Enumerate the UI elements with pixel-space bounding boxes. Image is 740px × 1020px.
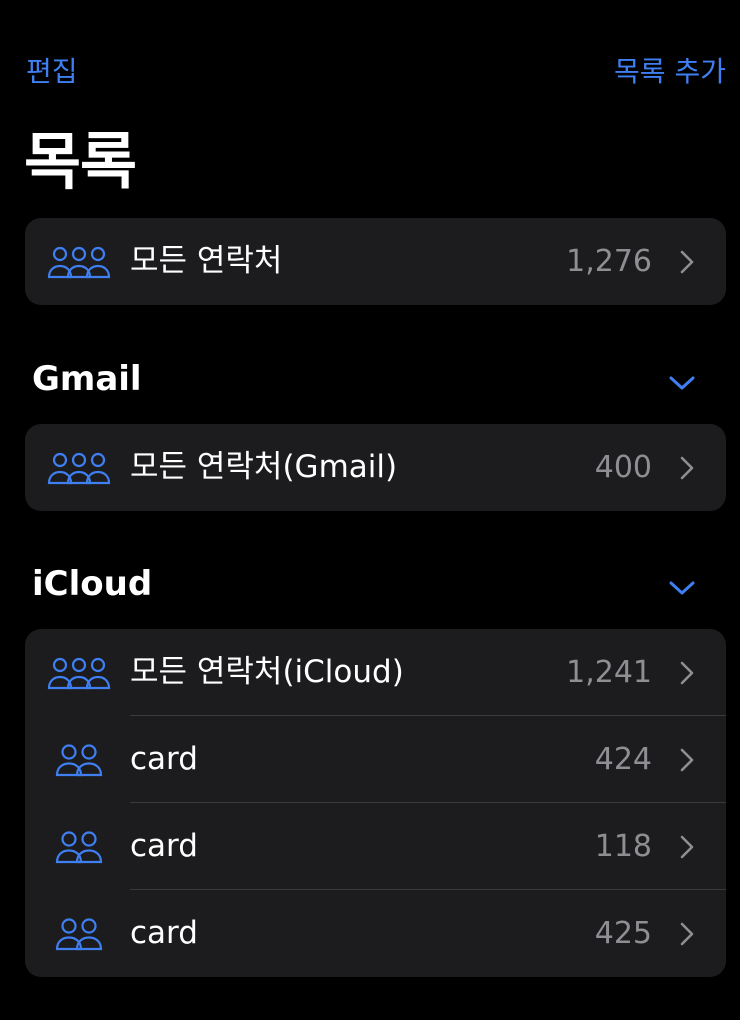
row-count: 400 (594, 450, 652, 485)
row-label: card (130, 741, 198, 777)
list-row-card[interactable]: card 118 (25, 803, 726, 890)
list-row-card[interactable]: card 424 (25, 716, 726, 803)
gmail-card: 모든 연락처(Gmail) 400 (25, 424, 726, 511)
row-count: 424 (594, 742, 652, 777)
chevron-right-icon (680, 661, 694, 685)
group-three-people-icon (47, 452, 111, 485)
chevron-right-icon (680, 250, 694, 274)
row-count: 1,276 (566, 244, 652, 279)
add-list-button[interactable]: 목록 추가 (614, 52, 726, 92)
row-label: card (130, 915, 198, 951)
chevron-down-icon[interactable] (668, 374, 696, 392)
row-count: 1,241 (566, 655, 652, 690)
list-row-card[interactable]: card 425 (25, 890, 726, 977)
row-count: 118 (594, 829, 652, 864)
row-label: 모든 연락처(iCloud) (130, 654, 404, 690)
group-two-people-icon (55, 831, 103, 864)
all-contacts-row[interactable]: 모든 연락처 1,276 (25, 218, 726, 305)
group-three-people-icon (47, 657, 111, 690)
chevron-right-icon (680, 748, 694, 772)
list-row-gmail-all[interactable]: 모든 연락처(Gmail) 400 (25, 424, 726, 511)
chevron-right-icon (680, 835, 694, 859)
page-title: 목록 (24, 125, 137, 198)
chevron-right-icon (680, 922, 694, 946)
row-label: 모든 연락처(Gmail) (130, 449, 398, 485)
group-two-people-icon (55, 744, 103, 777)
row-label: 모든 연락처 (130, 243, 283, 279)
list-row-icloud-all[interactable]: 모든 연락처(iCloud) 1,241 (25, 629, 726, 716)
chevron-down-icon[interactable] (668, 579, 696, 597)
row-count: 425 (594, 916, 652, 951)
all-contacts-card: 모든 연락처 1,276 (25, 218, 726, 305)
chevron-right-icon (680, 456, 694, 480)
icloud-card: 모든 연락처(iCloud) 1,241 card 424 card 118 c… (25, 629, 726, 977)
group-three-people-icon (47, 246, 111, 279)
section-header-icloud: iCloud (32, 564, 153, 604)
row-label: card (130, 828, 198, 864)
group-two-people-icon (55, 918, 103, 951)
section-header-gmail: Gmail (32, 359, 142, 399)
edit-button[interactable]: 편집 (26, 52, 78, 92)
